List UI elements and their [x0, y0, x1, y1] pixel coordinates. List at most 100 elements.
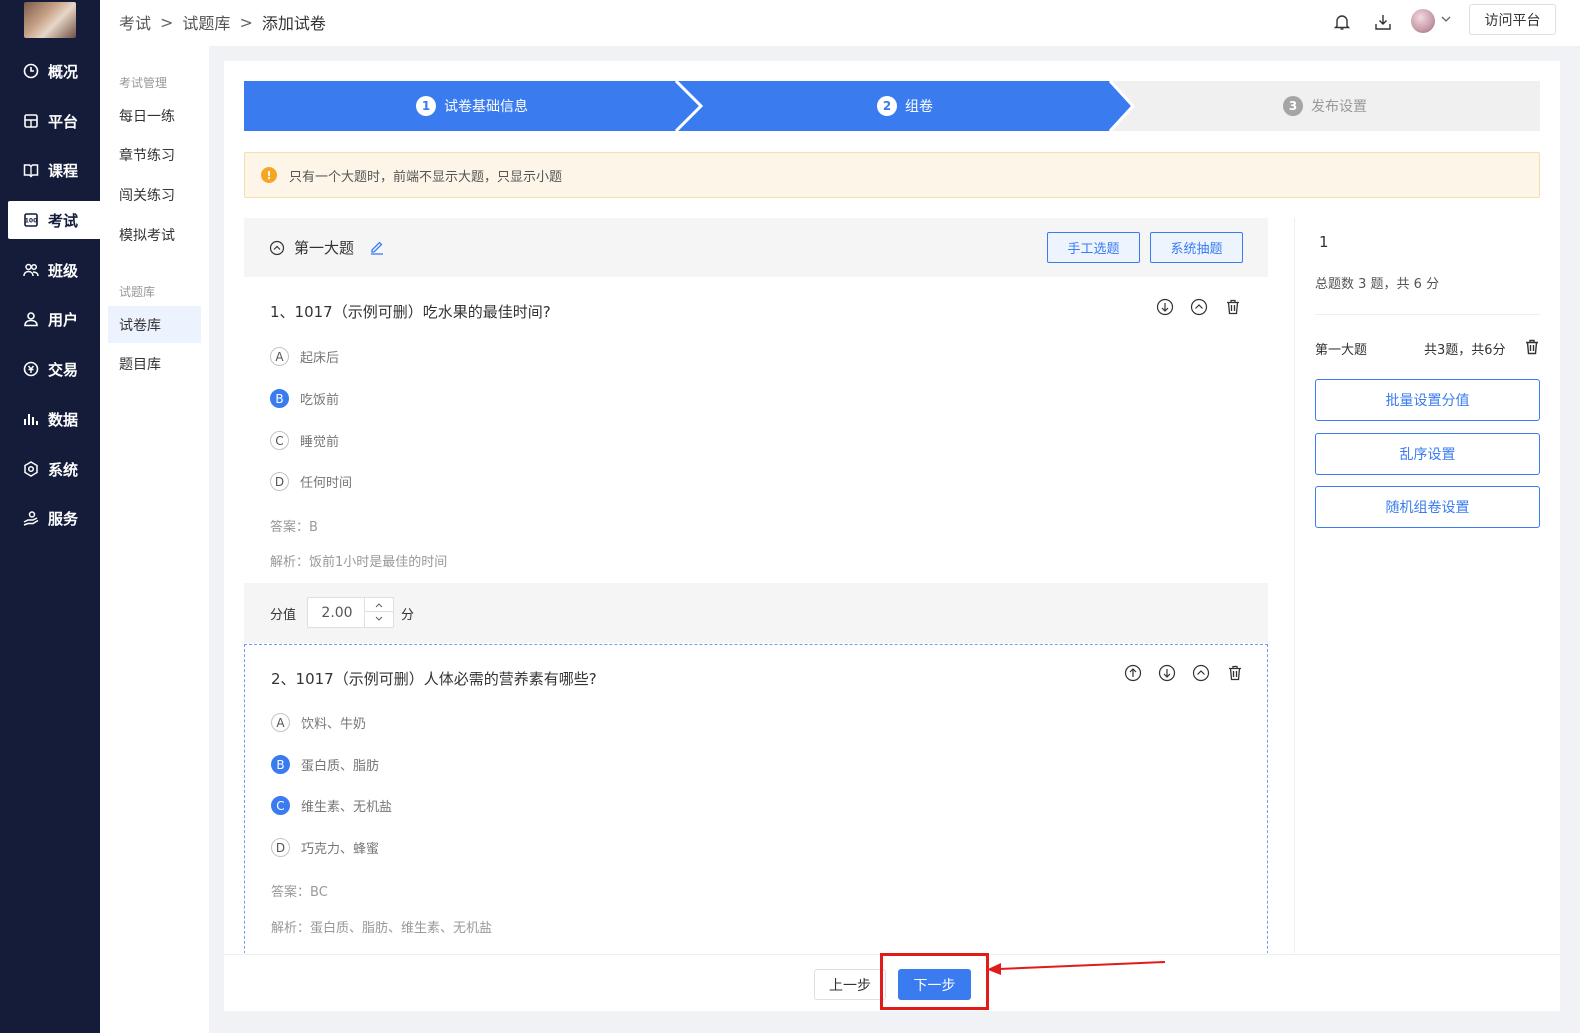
edit-icon[interactable] — [369, 239, 385, 259]
trash-icon[interactable] — [1225, 663, 1245, 683]
submenu-item-paper-bank[interactable]: 试卷库 — [108, 306, 201, 343]
move-up-icon[interactable] — [1123, 663, 1143, 683]
analysis: 解析：蛋白质、脂肪、维生素、无机盐 — [271, 917, 492, 936]
score-stepper[interactable]: 2.00 — [307, 597, 394, 628]
nav-label: 数据 — [48, 410, 79, 429]
batch-score-button[interactable]: 批量设置分值 — [1315, 379, 1540, 421]
move-down-icon[interactable] — [1157, 663, 1177, 683]
option-text: 蛋白质、脂肪 — [301, 759, 380, 774]
option-c: C 维生素、无机盐 — [271, 796, 392, 815]
nav-item-class[interactable]: 班级 — [8, 251, 100, 289]
question-actions — [1155, 297, 1243, 317]
option-key: A — [270, 347, 289, 366]
answer-label: 答案： — [270, 520, 310, 535]
answer-label: 答案： — [271, 885, 311, 900]
nav-item-user[interactable]: 用户 — [8, 300, 100, 338]
trash-icon[interactable] — [1223, 297, 1243, 317]
question-title: 2、1017（示例可删）人体必需的营养素有哪些? — [271, 670, 597, 688]
submenu-item-level[interactable]: 闯关练习 — [108, 176, 201, 213]
collapse-icon[interactable] — [1189, 297, 1209, 317]
option-text: 起床后 — [300, 351, 340, 366]
analysis-value: 蛋白质、脂肪、维生素、无机盐 — [310, 921, 493, 936]
section-header: 第一大题 手工选题 系统抽题 — [244, 218, 1268, 277]
nav-item-system[interactable]: 系统 — [8, 450, 100, 488]
summary-total: 总题数 3 题，共 6 分 — [1315, 277, 1440, 292]
nav-item-course[interactable]: 课程 — [8, 151, 100, 189]
question-title: 1、1017（示例可删）吃水果的最佳时间? — [270, 303, 551, 321]
nav-item-data[interactable]: 数据 — [8, 400, 100, 438]
submenu-item-chapter[interactable]: 章节练习 — [108, 136, 201, 173]
exam-icon: 100 — [22, 211, 40, 229]
step-basic-info[interactable]: 1 试卷基础信息 — [244, 81, 700, 131]
answer: 答案：BC — [271, 881, 328, 900]
course-icon — [22, 161, 40, 179]
answer-value: B — [309, 520, 318, 535]
manual-select-button[interactable]: 手工选题 — [1047, 232, 1140, 263]
score-label: 分值 — [270, 608, 297, 623]
step-number: 1 — [416, 96, 436, 116]
breadcrumb-item-question-bank[interactable]: 试题库 — [182, 10, 230, 34]
nav-item-overview[interactable]: 概况 — [8, 52, 100, 90]
breadcrumb-separator: > — [160, 12, 174, 32]
breadcrumb-item-exam[interactable]: 考试 — [119, 10, 151, 34]
option-key: B — [271, 755, 290, 774]
logo[interactable] — [24, 2, 76, 38]
nav-item-platform[interactable]: 平台 — [8, 102, 100, 140]
warning-icon: ! — [261, 167, 277, 183]
main-nav: 概况 平台 课程 100 考试 班级 用户 交易 数据 系统 服务 — [0, 0, 100, 1033]
trash-icon[interactable] — [1523, 338, 1541, 360]
submenu-item-daily[interactable]: 每日一练 — [108, 97, 201, 134]
submenu-group-title: 试题库 — [119, 285, 156, 299]
chevron-down-icon[interactable] — [1440, 13, 1452, 29]
question-item: 1、1017（示例可删）吃水果的最佳时间? A 起床后 B 吃饭前 C 睡觉前 D 任何… — [244, 277, 1268, 583]
random-paper-button[interactable]: 随机组卷设置 — [1315, 486, 1540, 528]
sub-menu: 考试管理 每日一练 章节练习 闯关练习 模拟考试 试题库 试卷库 题目库 — [100, 46, 209, 1033]
option-a: A 饮料、牛奶 — [271, 713, 366, 732]
bell-icon[interactable] — [1331, 11, 1353, 33]
divider — [1315, 314, 1540, 315]
answer-value: BC — [310, 885, 328, 900]
collapse-icon[interactable] — [269, 240, 285, 260]
summary-count: 1 — [1319, 233, 1329, 251]
step-publish[interactable]: 3 发布设置 — [1110, 81, 1540, 131]
nav-item-exam[interactable]: 100 考试 — [8, 201, 100, 239]
highlight-box — [880, 953, 989, 1010]
class-icon — [22, 261, 40, 279]
summary-section-name: 第一大题 — [1315, 343, 1368, 358]
score-unit: 分 — [401, 608, 415, 623]
move-down-icon[interactable] — [1155, 297, 1175, 317]
chevron-up-icon[interactable] — [365, 598, 393, 612]
answer: 答案：B — [270, 516, 318, 535]
option-key: C — [270, 431, 289, 450]
nav-label: 服务 — [48, 509, 79, 528]
avatar[interactable] — [1411, 9, 1435, 33]
score-value[interactable]: 2.00 — [308, 598, 366, 627]
question-list: 第一大题 手工选题 系统抽题 1、1017（示例可删）吃水果的最佳时间? A 起床… — [244, 218, 1268, 953]
scrollbar[interactable] — [1562, 46, 1580, 1033]
visit-platform-button[interactable]: 访问平台 — [1469, 4, 1556, 35]
nav-item-service[interactable]: 服务 — [8, 499, 100, 537]
download-icon[interactable] — [1372, 11, 1394, 33]
prev-step-button[interactable]: 上一步 — [814, 969, 886, 1000]
summary-section-score: 共3题，共6分 — [1424, 343, 1506, 358]
option-b: B 吃饭前 — [270, 389, 339, 408]
option-key: A — [271, 713, 290, 732]
nav-label: 交易 — [48, 360, 79, 379]
nav-label: 系统 — [48, 460, 79, 479]
option-d: D 任何时间 — [270, 472, 352, 491]
service-icon — [22, 509, 40, 527]
option-text: 巧克力、蜂蜜 — [301, 842, 380, 857]
top-header: 考试 > 试题库 > 添加试卷 访问平台 — [100, 0, 1580, 46]
submenu-item-mock[interactable]: 模拟考试 — [108, 216, 201, 253]
analysis-label: 解析： — [271, 921, 311, 936]
system-draw-button[interactable]: 系统抽题 — [1150, 232, 1243, 263]
nav-item-trade[interactable]: 交易 — [8, 350, 100, 388]
platform-icon — [22, 112, 40, 130]
submenu-item-question-bank[interactable]: 题目库 — [108, 345, 201, 382]
step-compose[interactable]: 2 组卷 — [700, 81, 1110, 131]
analysis-label: 解析： — [270, 555, 310, 570]
chevron-down-icon[interactable] — [365, 612, 393, 626]
option-key: B — [270, 389, 289, 408]
collapse-icon[interactable] — [1191, 663, 1211, 683]
shuffle-settings-button[interactable]: 乱序设置 — [1315, 433, 1540, 475]
